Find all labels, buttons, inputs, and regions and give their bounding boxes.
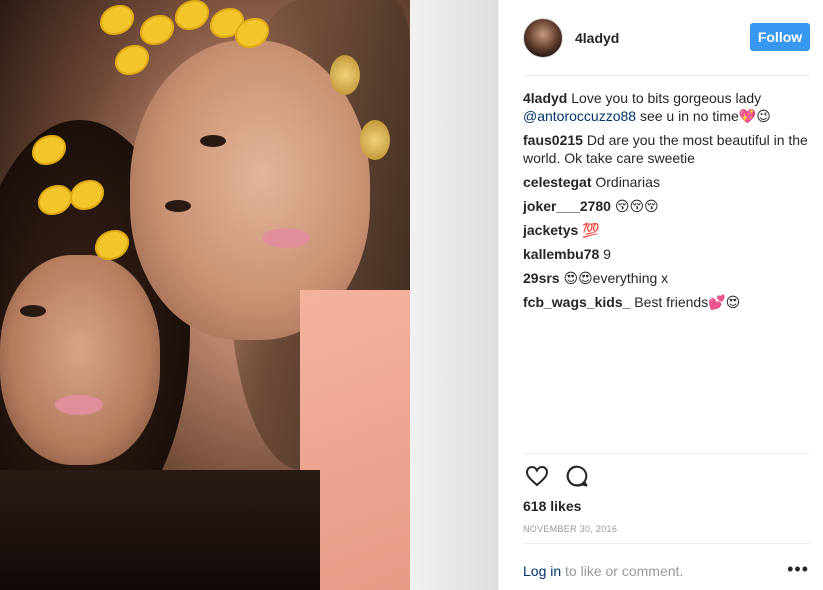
photo-earring: [360, 120, 390, 160]
heart-icon[interactable]: [523, 462, 551, 490]
comment: celestegat Ordinarias: [523, 173, 813, 191]
comment-text: Best friends💕😍: [634, 294, 741, 310]
photo-lips: [262, 228, 310, 248]
speech-bubble-icon[interactable]: [563, 462, 591, 490]
comment-text: Love you to bits gorgeous lady: [571, 90, 762, 106]
photo-eye: [200, 135, 226, 147]
comment-text: 💯: [582, 222, 600, 238]
comment-list: 4ladyd Love you to bits gorgeous lady @a…: [523, 89, 813, 317]
photo-earring: [330, 55, 360, 95]
post-photo[interactable]: [0, 0, 498, 590]
header-divider: [523, 75, 810, 76]
comment-text: 😚😚😚: [614, 198, 659, 214]
login-prompt-text: to like or comment.: [561, 563, 684, 579]
post-actions: [523, 462, 603, 490]
comment-username[interactable]: fcb_wags_kids_: [523, 294, 630, 310]
photo-eye: [20, 305, 46, 317]
butterfly-filter: [115, 45, 149, 75]
comment-text: see u in no time💖😉: [639, 108, 771, 124]
login-prompt: Log in to like or comment.: [523, 563, 810, 579]
photo-face-left: [0, 255, 160, 465]
photo-top: [0, 470, 320, 590]
comment-text: 9: [603, 246, 611, 262]
comment: jacketys 💯: [523, 221, 813, 239]
post-header: 4ladyd Follow: [523, 17, 810, 59]
comment-username[interactable]: 29srs: [523, 270, 560, 286]
comment-username[interactable]: joker___2780: [523, 198, 611, 214]
footer-divider: [523, 543, 810, 544]
post-side-panel: 4ladyd Follow 4ladyd Love you to bits go…: [498, 0, 823, 590]
comment-username[interactable]: celestegat: [523, 174, 591, 190]
login-link[interactable]: Log in: [523, 563, 561, 579]
ellipsis-icon[interactable]: •••: [787, 559, 809, 580]
post-date: NOVEMBER 30, 2016: [523, 524, 618, 534]
comment-username[interactable]: kallembu78: [523, 246, 599, 262]
comment: joker___2780 😚😚😚: [523, 197, 813, 215]
follow-button[interactable]: Follow: [750, 23, 810, 51]
actions-divider: [523, 453, 810, 454]
photo-eye: [165, 200, 191, 212]
photo-image: [0, 0, 410, 590]
butterfly-filter: [100, 5, 134, 35]
photo-lips: [55, 395, 103, 415]
comment-username[interactable]: 4ladyd: [523, 90, 567, 106]
comment: kallembu78 9: [523, 245, 813, 263]
avatar[interactable]: [523, 18, 563, 58]
comment-username[interactable]: faus0215: [523, 132, 583, 148]
butterfly-filter: [140, 15, 174, 45]
comment: fcb_wags_kids_ Best friends💕😍: [523, 293, 813, 311]
comment: 29srs 😍😍everything x: [523, 269, 813, 287]
comment-text: 😍😍everything x: [563, 270, 669, 286]
photo-side-background: [410, 0, 498, 590]
header-username[interactable]: 4ladyd: [575, 30, 619, 46]
mention-link[interactable]: @antoroccuzzo88: [523, 108, 636, 124]
comment-text: Ordinarias: [595, 174, 660, 190]
comment: faus0215 Dd are you the most beautiful i…: [523, 131, 813, 167]
caption: 4ladyd Love you to bits gorgeous lady @a…: [523, 89, 813, 125]
comment-username[interactable]: jacketys: [523, 222, 578, 238]
likes-count[interactable]: 618 likes: [523, 498, 581, 514]
butterfly-filter: [175, 0, 209, 30]
